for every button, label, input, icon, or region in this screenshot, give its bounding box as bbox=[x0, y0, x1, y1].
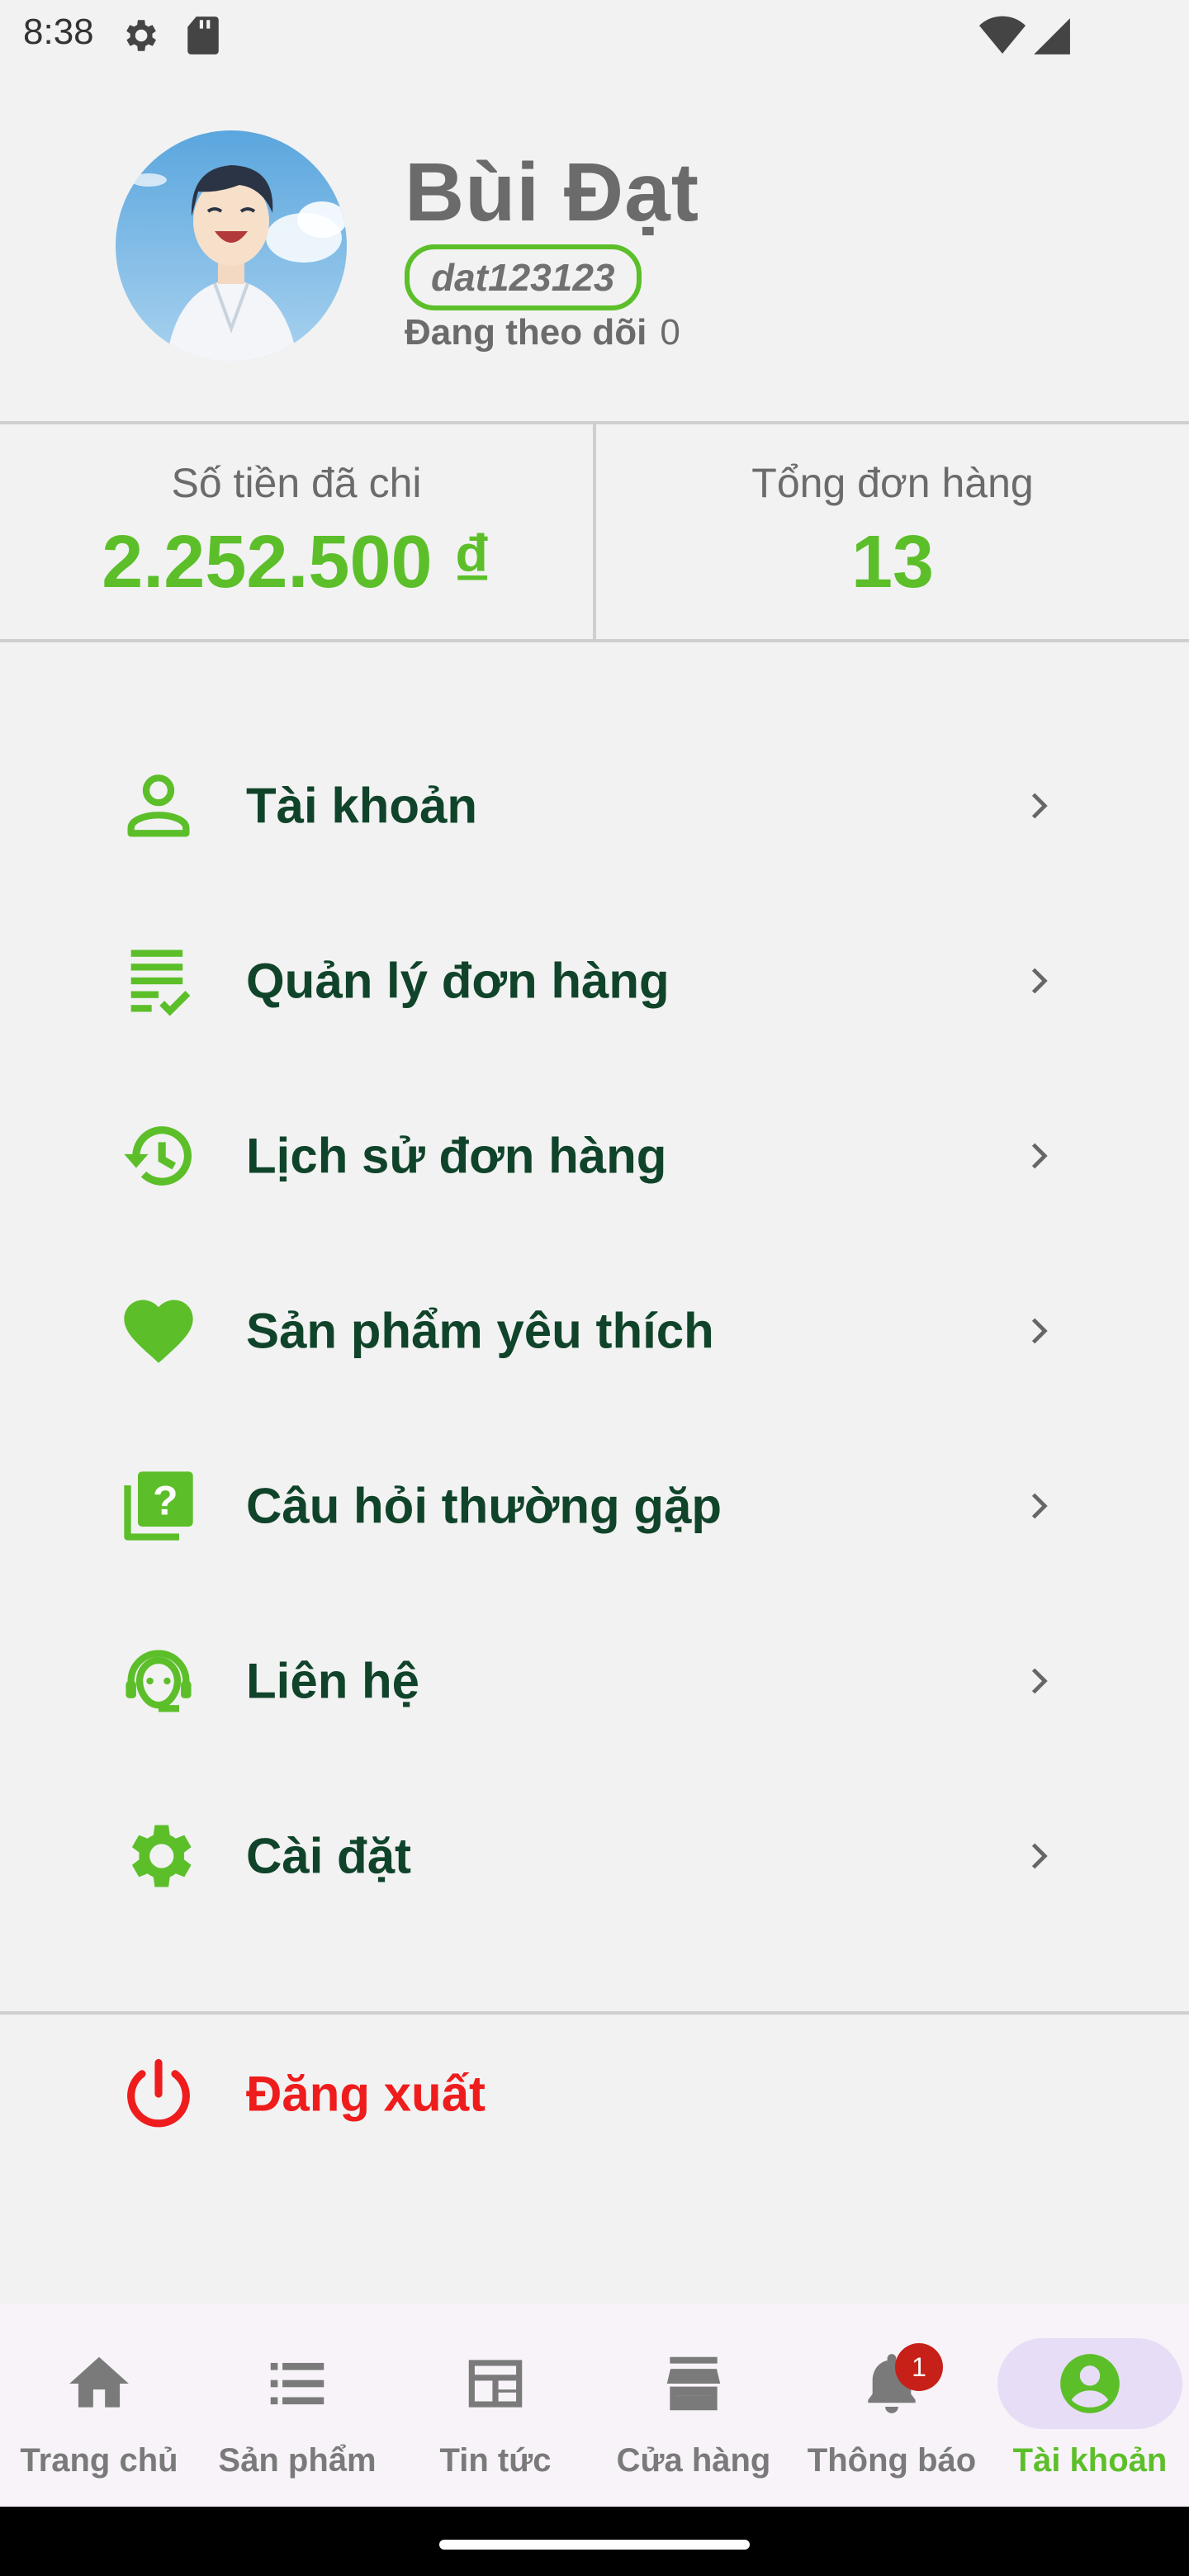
menu-label: Quản lý đơn hàng bbox=[246, 953, 670, 1009]
chevron-right-icon bbox=[1031, 968, 1048, 994]
gear-icon bbox=[131, 1825, 192, 1887]
menu-item-settings[interactable]: Cài đặt bbox=[0, 1773, 1189, 1939]
menu-label: Cài đặt bbox=[246, 1828, 412, 1884]
nav-label: Trang chủ bbox=[20, 2442, 178, 2479]
power-icon bbox=[127, 2058, 190, 2128]
nav-label: Sản phẩm bbox=[218, 2442, 377, 2479]
nav-icon-container-active bbox=[997, 2338, 1182, 2429]
stat-total-orders: Tổng đơn hàng 13 bbox=[596, 424, 1189, 639]
status-bar: 8:38 bbox=[0, 0, 1189, 69]
nav-item-store[interactable]: Cửa hàng bbox=[594, 2304, 793, 2507]
support-agent-icon bbox=[126, 1650, 192, 1712]
wifi-icon bbox=[979, 16, 1026, 54]
username-badge: dat123123 bbox=[405, 244, 642, 310]
heart-icon bbox=[124, 1300, 193, 1363]
menu-item-order-management[interactable]: Quản lý đơn hàng bbox=[0, 898, 1189, 1063]
nav-icon-container bbox=[601, 2338, 786, 2429]
history-icon bbox=[124, 1126, 192, 1186]
user-name: Bùi Đạt bbox=[405, 146, 699, 239]
stat-total-spent: Số tiền đã chi 2.252.500 ₫ bbox=[0, 424, 593, 639]
nav-item-home[interactable]: Trang chủ bbox=[0, 2304, 198, 2507]
menu-item-contact[interactable]: Liên hệ bbox=[0, 1598, 1189, 1764]
menu-item-favorite-products[interactable]: Sản phẩm yêu thích bbox=[0, 1248, 1189, 1413]
home-icon bbox=[69, 2356, 129, 2408]
svg-text:?: ? bbox=[153, 1477, 178, 1523]
nav-label-active: Tài khoản bbox=[1012, 2442, 1168, 2479]
orders-value: 13 bbox=[850, 521, 935, 604]
store-icon bbox=[666, 2356, 721, 2411]
menu-label: Tài khoản bbox=[246, 778, 478, 834]
logout-button[interactable]: Đăng xuất bbox=[0, 2011, 1189, 2176]
account-circle-icon bbox=[1060, 2354, 1120, 2413]
nav-item-account[interactable]: Tài khoản bbox=[991, 2304, 1189, 2507]
logout-label: Đăng xuất bbox=[246, 2066, 486, 2122]
nav-label: Cửa hàng bbox=[616, 2442, 771, 2479]
following-count[interactable]: Đang theo dõi 0 bbox=[405, 312, 680, 353]
nav-icon-container bbox=[403, 2338, 588, 2429]
nav-label: Tin tức bbox=[439, 2442, 552, 2479]
cellular-signal-icon bbox=[1034, 18, 1070, 54]
menu-item-order-history[interactable]: Lịch sử đơn hàng bbox=[0, 1073, 1189, 1238]
avatar[interactable] bbox=[116, 130, 347, 362]
nav-icon-container bbox=[7, 2338, 192, 2429]
stats-divider bbox=[0, 639, 1189, 642]
avatar-image bbox=[116, 130, 347, 362]
settings-icon bbox=[126, 20, 156, 51]
spent-label: Số tiền đã chi bbox=[171, 460, 422, 506]
nav-label: Thông báo bbox=[807, 2442, 977, 2479]
spent-value: 2.252.500 ₫ bbox=[102, 521, 491, 604]
orders-label: Tổng đơn hàng bbox=[751, 460, 1034, 506]
chevron-right-icon bbox=[1031, 1143, 1048, 1169]
nav-icon-container bbox=[799, 2338, 984, 2429]
newspaper-icon bbox=[468, 2360, 523, 2408]
home-gesture-handle[interactable] bbox=[439, 2540, 750, 2550]
profile-header: Bùi Đạt dat123123 Đang theo dõi 0 bbox=[0, 69, 1189, 421]
sd-card-icon bbox=[187, 17, 219, 54]
chevron-right-icon bbox=[1031, 1493, 1048, 1519]
menu-label: Liên hệ bbox=[246, 1653, 420, 1709]
menu-label: Sản phẩm yêu thích bbox=[246, 1303, 714, 1359]
menu-item-account[interactable]: Tài khoản bbox=[0, 723, 1189, 888]
menu-label: Câu hỏi thường gặp bbox=[246, 1478, 722, 1534]
chevron-right-icon bbox=[1031, 1318, 1048, 1344]
order-checklist-icon bbox=[130, 949, 191, 1016]
following-label: Đang theo dõi bbox=[405, 312, 647, 353]
stats-separator bbox=[593, 424, 596, 639]
list-icon bbox=[270, 2362, 324, 2405]
chevron-right-icon bbox=[1031, 1843, 1048, 1869]
nav-icon-container bbox=[205, 2338, 390, 2429]
chevron-right-icon bbox=[1031, 1668, 1048, 1694]
status-time: 8:38 bbox=[23, 12, 94, 52]
person-icon bbox=[127, 774, 190, 837]
following-value: 0 bbox=[660, 312, 680, 353]
system-gesture-bar bbox=[0, 2507, 1189, 2576]
menu-item-faq[interactable]: ? Câu hỏi thường gặp bbox=[0, 1423, 1189, 1589]
bottom-navigation: Trang chủ Sản phẩm Tin tức Cửa hàng Thôn… bbox=[0, 2304, 1189, 2507]
nav-item-notifications[interactable]: Thông báo bbox=[793, 2304, 991, 2507]
notification-badge: 1 bbox=[895, 2343, 943, 2391]
menu-label: Lịch sử đơn hàng bbox=[246, 1128, 667, 1184]
faq-icon: ? bbox=[124, 1471, 193, 1541]
nav-item-news[interactable]: Tin tức bbox=[396, 2304, 594, 2507]
nav-item-products[interactable]: Sản phẩm bbox=[198, 2304, 396, 2507]
chevron-right-icon bbox=[1031, 793, 1048, 819]
